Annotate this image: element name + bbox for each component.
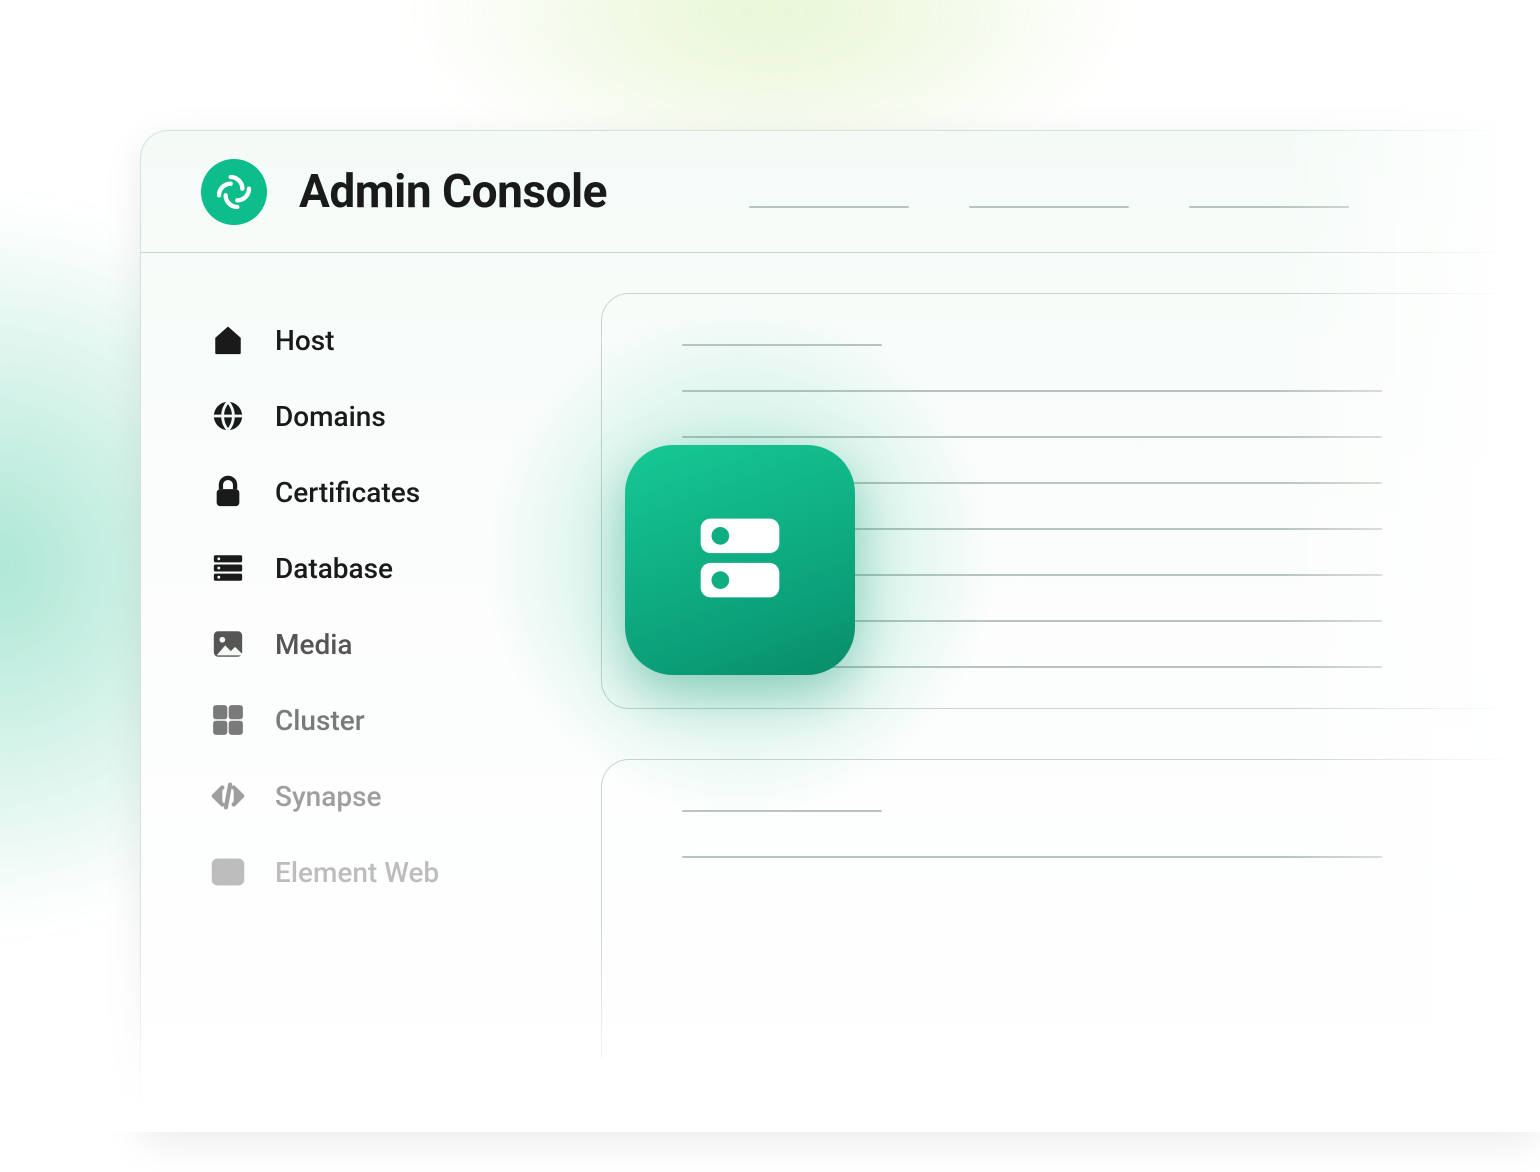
sidebar: Host Domains Certificates	[211, 323, 551, 889]
header-placeholder-lines	[749, 176, 1540, 208]
sidebar-item-label: Element Web	[275, 856, 439, 889]
sidebar-item-label: Host	[275, 324, 335, 357]
globe-icon	[211, 399, 245, 433]
sidebar-item-element-web[interactable]: Element Web	[211, 855, 551, 889]
sidebar-item-label: Domains	[275, 400, 386, 433]
element-logo	[201, 159, 267, 225]
database-icon	[211, 551, 245, 585]
sidebar-item-label: Media	[275, 628, 353, 661]
lock-icon	[211, 475, 245, 509]
content-panel-2	[601, 759, 1540, 1058]
sidebar-item-host[interactable]: Host	[211, 323, 551, 357]
code-icon	[211, 779, 245, 813]
sidebar-item-domains[interactable]: Domains	[211, 399, 551, 433]
sidebar-item-media[interactable]: Media	[211, 627, 551, 661]
sidebar-item-certificates[interactable]: Certificates	[211, 475, 551, 509]
grid-icon	[211, 703, 245, 737]
header: Admin Console	[141, 131, 1540, 253]
sidebar-item-synapse[interactable]: Synapse	[211, 779, 551, 813]
sidebar-item-label: Synapse	[275, 780, 382, 813]
server-icon	[681, 499, 799, 621]
sidebar-item-cluster[interactable]: Cluster	[211, 703, 551, 737]
page-title: Admin Console	[299, 165, 607, 219]
window-icon	[211, 855, 245, 889]
sidebar-item-label: Cluster	[275, 704, 365, 737]
sidebar-item-label: Database	[275, 552, 393, 585]
image-icon	[211, 627, 245, 661]
content-panels	[601, 293, 1540, 1108]
sidebar-item-database[interactable]: Database	[211, 551, 551, 585]
home-icon	[211, 323, 245, 357]
server-badge	[625, 445, 855, 675]
sidebar-item-label: Certificates	[275, 476, 420, 509]
